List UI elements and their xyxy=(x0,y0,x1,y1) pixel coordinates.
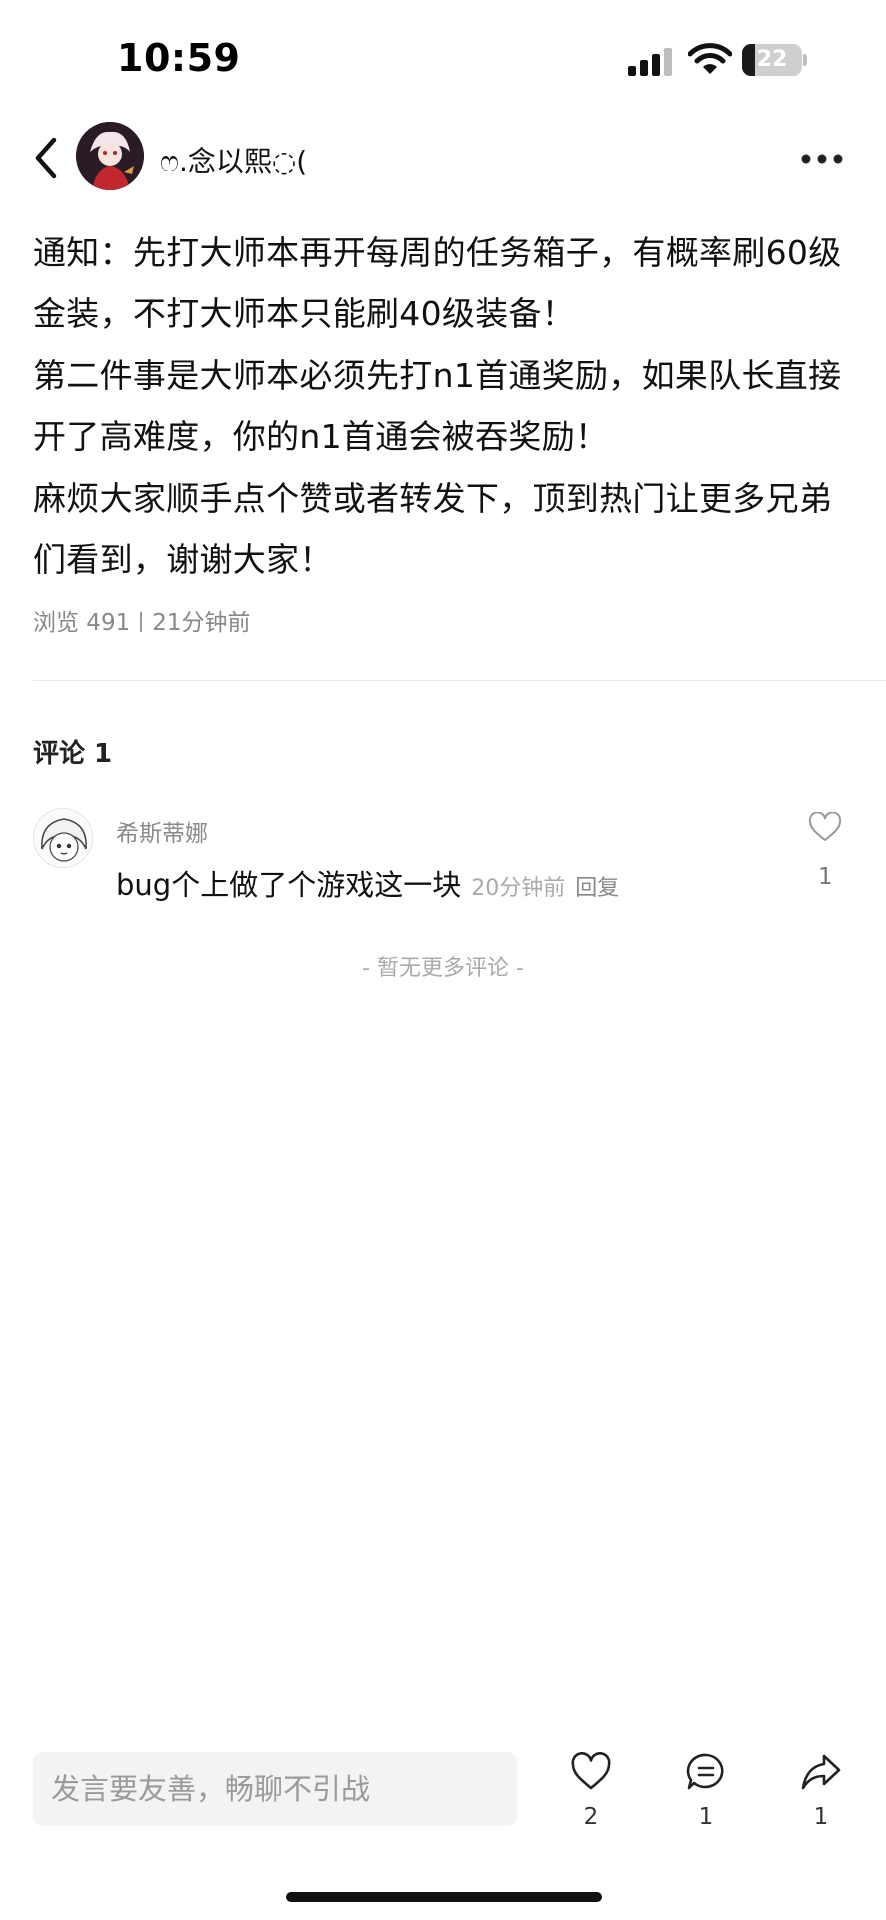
post-time: 21分钟前 xyxy=(152,610,251,636)
status-time: 10:59 xyxy=(117,36,241,80)
status-bar: 10:59 22 xyxy=(0,0,886,120)
commenter-avatar[interactable] xyxy=(33,808,93,868)
comment-button[interactable]: 1 xyxy=(676,1752,736,1830)
post-paragraph: 第二件事是大师本必须先打n1首通奖励，如果队长直接开了高难度，你的n1首通会被吞… xyxy=(33,356,842,456)
no-more-comments: - 暂无更多评论 - xyxy=(362,956,524,981)
heart-icon xyxy=(571,1752,611,1790)
post-content: 通知：先打大师本再开每周的任务箱子，有概率刷60级金装，不打大师本只能刷40级装… xyxy=(33,222,859,591)
view-count: 浏览 491 xyxy=(33,610,131,636)
author-avatar[interactable] xyxy=(76,122,144,190)
signal-icon xyxy=(628,48,672,76)
comment-like-count: 1 xyxy=(818,864,833,890)
post-header: ෆ.念以熙◌( xyxy=(0,110,886,200)
comment-input[interactable] xyxy=(33,1752,517,1826)
wifi-icon xyxy=(688,43,732,74)
post-meta: 浏览 491 21分钟前 xyxy=(33,603,251,637)
author-username[interactable]: ෆ.念以熙◌( xyxy=(160,140,307,180)
share-button[interactable]: 1 xyxy=(791,1752,851,1830)
comment-text-line: bug个上做了个游戏这一块 20分钟前 回复 xyxy=(116,862,619,904)
more-horizontal-icon[interactable] xyxy=(800,152,844,166)
like-button[interactable]: 2 xyxy=(561,1752,621,1830)
comment-item: 希斯蒂娜 bug个上做了个游戏这一块 20分钟前 回复 1 xyxy=(0,800,886,910)
reply-button[interactable]: 回复 xyxy=(575,876,619,901)
like-count: 2 xyxy=(583,1804,599,1830)
meta-separator xyxy=(140,612,143,632)
comment-icon xyxy=(686,1753,724,1790)
share-count: 1 xyxy=(813,1804,829,1830)
commenter-name[interactable]: 希斯蒂娜 xyxy=(116,814,208,848)
divider xyxy=(33,680,886,681)
chevron-left-icon[interactable] xyxy=(30,136,62,180)
share-icon xyxy=(801,1754,841,1790)
heart-icon[interactable] xyxy=(808,812,842,842)
battery-percent: 22 xyxy=(756,47,788,72)
bottom-bar: 2 1 1 xyxy=(0,1730,886,1920)
comment-text: bug个上做了个游戏这一块 xyxy=(116,868,462,902)
comment-input-box[interactable] xyxy=(33,1752,517,1826)
post-paragraph: 麻烦大家顺手点个赞或者转发下，顶到热门让更多兄弟们看到，谢谢大家！ xyxy=(33,479,833,579)
home-indicator xyxy=(286,1892,602,1902)
comment-count: 1 xyxy=(698,1804,714,1830)
comments-title: 评论 1 xyxy=(33,739,113,769)
post-paragraph: 通知：先打大师本再开每周的任务箱子，有概率刷60级金装，不打大师本只能刷40级装… xyxy=(33,233,842,333)
battery-icon: 22 xyxy=(742,44,808,76)
comment-time: 20分钟前 xyxy=(471,876,566,901)
